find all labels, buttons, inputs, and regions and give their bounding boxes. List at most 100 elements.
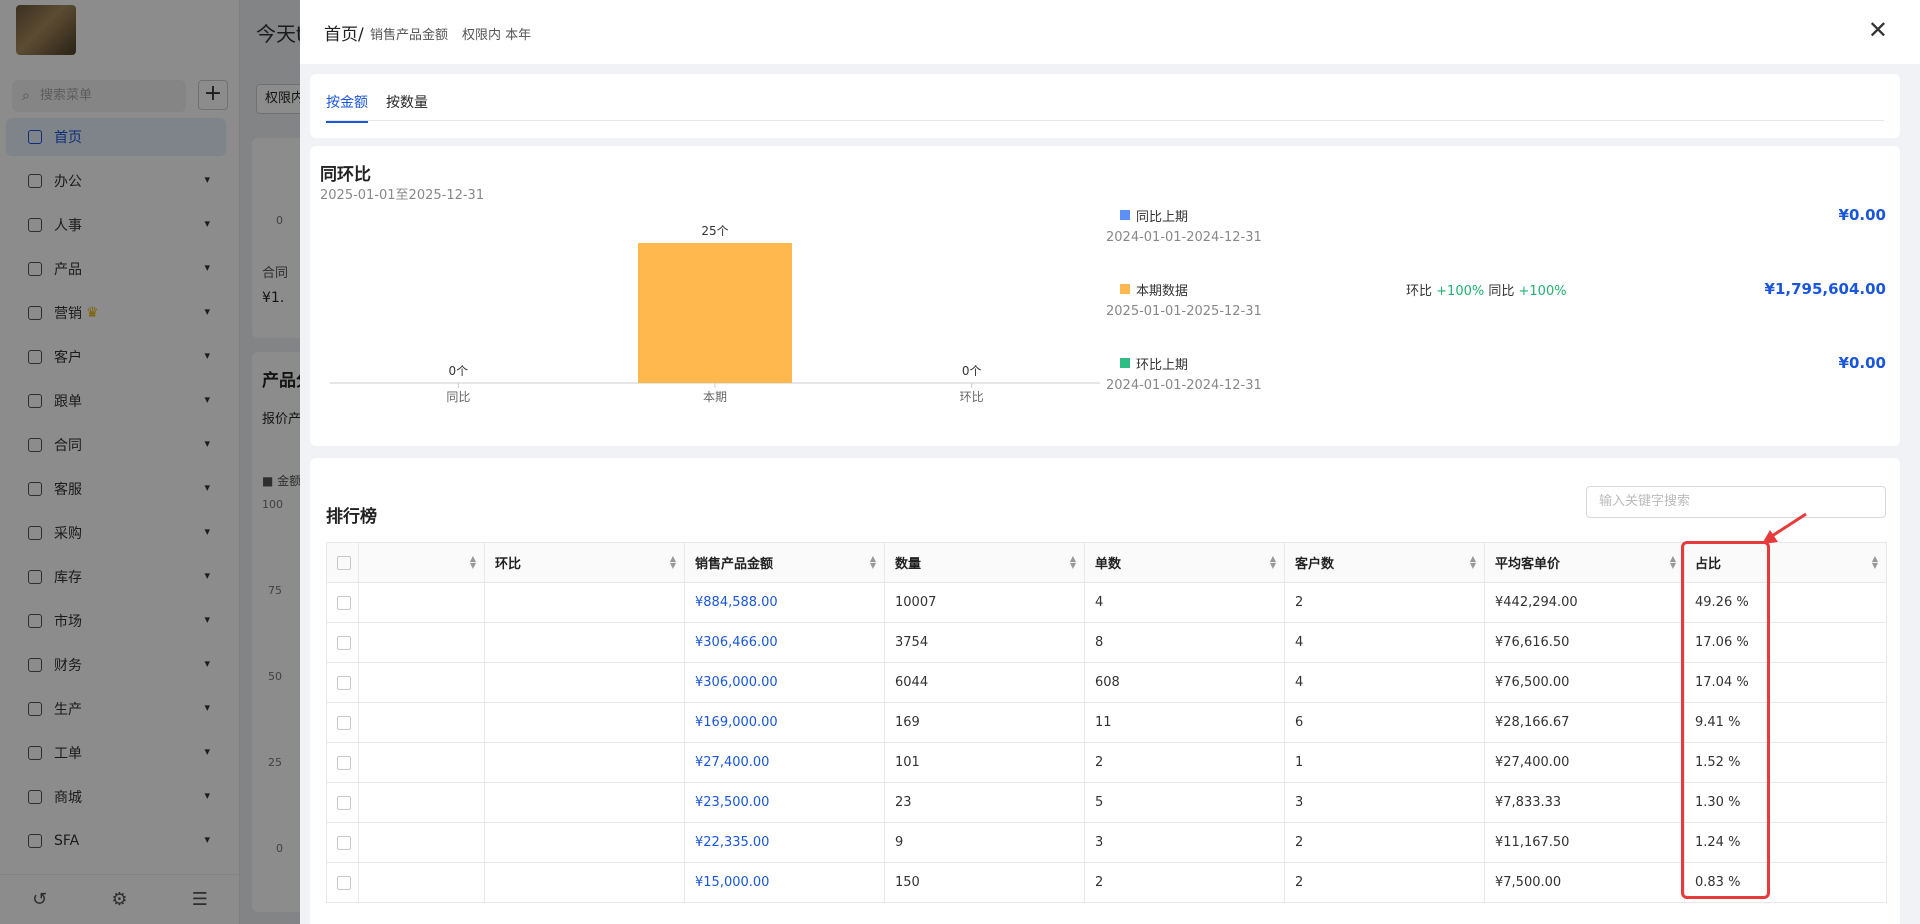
table-cell <box>484 582 685 623</box>
column-header[interactable]: 销售产品金额 ▲ ▼ <box>684 542 885 583</box>
table-cell <box>484 702 685 743</box>
sort-icon[interactable]: ▲ ▼ <box>1470 555 1476 570</box>
table-cell: 2 <box>1284 582 1485 623</box>
table-row[interactable]: ¥306,466.00 3754 8 4 ¥76,616.50 17.06 % <box>326 622 1887 663</box>
chart-data-label: 25个 <box>701 224 728 238</box>
table-cell: 3 <box>1284 782 1485 823</box>
table-cell: ¥7,833.33 <box>1484 782 1685 823</box>
table-cell: ¥76,616.50 <box>1484 622 1685 663</box>
amount-link[interactable]: ¥22,335.00 <box>684 822 885 863</box>
row-checkbox[interactable] <box>337 675 351 690</box>
legend-previous-period: 环比上期 2024-01-01-2024-12-31 ¥0.00 <box>1106 354 1886 414</box>
highlight-box <box>1681 541 1770 899</box>
table-cell: 608 <box>1084 662 1285 703</box>
row-checkbox[interactable] <box>337 595 351 610</box>
chart-category-label: 本期 <box>703 390 727 404</box>
amount-link[interactable]: ¥15,000.00 <box>684 862 885 903</box>
table-row[interactable]: ¥27,400.00 101 2 1 ¥27,400.00 1.52 % <box>326 742 1887 783</box>
tab-by-amount[interactable]: 按金额 <box>326 92 368 123</box>
table-cell: ¥27,400.00 <box>1484 742 1685 783</box>
table-row[interactable]: ¥306,000.00 6044 608 4 ¥76,500.00 17.04 % <box>326 662 1887 703</box>
ranking-search-input[interactable]: 输入关键字搜索 <box>1586 486 1886 518</box>
table-row[interactable]: ¥15,000.00 150 2 2 ¥7,500.00 0.83 % <box>326 862 1887 903</box>
column-header-label: 客户数 <box>1295 557 1335 572</box>
table-cell <box>358 702 485 743</box>
sort-icon[interactable]: ▲ ▼ <box>1670 555 1676 570</box>
table-cell: ¥7,500.00 <box>1484 862 1685 903</box>
column-header[interactable]: 平均客单价 ▲ ▼ <box>1484 542 1685 583</box>
drawer-subtitle-metric: 销售产品金额 <box>370 28 449 43</box>
column-header[interactable]: ▲ ▼ <box>358 542 485 583</box>
table-cell: 1 <box>1284 742 1485 783</box>
legend-swatch <box>1120 358 1130 368</box>
sort-icon[interactable]: ▲ ▼ <box>1270 555 1276 570</box>
legend-name: 环比上期 <box>1136 358 1189 373</box>
ranking-table: ▲ ▼ 环比 ▲ ▼ 销售产品金额 ▲ ▼ 数量 ▲ ▼ 单数 ▲ ▼ 客户数 ▲ ▼ 平均客单价 ▲ ▼ 占比 ▲ ▼ ¥… <box>326 542 1887 903</box>
chart-data-label: 0个 <box>449 364 469 378</box>
legend-name: 同比上期 <box>1136 210 1189 225</box>
legend-value: ¥0.00 <box>1838 206 1886 224</box>
chart-category-label: 同比 <box>446 390 470 404</box>
row-checkbox[interactable] <box>337 755 351 770</box>
sort-icon[interactable]: ▲ ▼ <box>670 555 676 570</box>
ranking-card: 排行榜 输入关键字搜索 ▲ ▼ 环比 ▲ ▼ 销售产品金额 ▲ ▼ 数量 ▲ ▼ 单数 ▲ ▼ 客户数 ▲ ▼ 平… <box>310 458 1900 924</box>
sort-icon[interactable]: ▲ ▼ <box>870 555 876 570</box>
table-header-row: ▲ ▼ 环比 ▲ ▼ 销售产品金额 ▲ ▼ 数量 ▲ ▼ 单数 ▲ ▼ 客户数 ▲ ▼ 平均客单价 ▲ ▼ 占比 ▲ ▼ <box>326 542 1887 583</box>
table-cell <box>484 622 685 663</box>
chart-category-label: 环比 <box>960 390 984 404</box>
legend-current-period: 本期数据 2025-01-01-2025-12-31 环比 +100% 同比 +… <box>1106 280 1886 340</box>
chart-data-label: 0个 <box>962 364 982 378</box>
legend-date: 2024-01-01-2024-12-31 <box>1106 230 1262 245</box>
column-header-label: 单数 <box>1095 557 1122 572</box>
amount-link[interactable]: ¥884,588.00 <box>684 582 885 623</box>
table-cell: 4 <box>1284 662 1485 703</box>
select-all-checkbox[interactable] <box>337 555 351 570</box>
legend-date: 2024-01-01-2024-12-31 <box>1106 378 1262 393</box>
column-header[interactable]: 环比 ▲ ▼ <box>484 542 685 583</box>
amount-link[interactable]: ¥169,000.00 <box>684 702 885 743</box>
yoy-card: 同环比 2025-01-01至2025-12-31 0个 同比 25个 本期 0个 环比 … <box>310 146 1900 446</box>
row-checkbox[interactable] <box>337 875 351 890</box>
row-select-cell <box>326 662 359 703</box>
column-header[interactable]: 客户数 ▲ ▼ <box>1284 542 1485 583</box>
table-cell: ¥76,500.00 <box>1484 662 1685 703</box>
table-cell: 5 <box>1084 782 1285 823</box>
row-select-cell <box>326 822 359 863</box>
row-checkbox[interactable] <box>337 715 351 730</box>
drawer-header: 首页/ 销售产品金额 权限内 本年 ✕ <box>300 0 1920 64</box>
amount-link[interactable]: ¥306,000.00 <box>684 662 885 703</box>
sort-icon[interactable]: ▲ ▼ <box>470 555 476 570</box>
legend-date: 2025-01-01-2025-12-31 <box>1106 304 1262 319</box>
amount-link[interactable]: ¥27,400.00 <box>684 742 885 783</box>
table-cell: ¥442,294.00 <box>1484 582 1685 623</box>
sort-icon[interactable]: ▲ ▼ <box>1070 555 1076 570</box>
table-row[interactable]: ¥22,335.00 9 3 2 ¥11,167.50 1.24 % <box>326 822 1887 863</box>
table-row[interactable]: ¥23,500.00 23 5 3 ¥7,833.33 1.30 % <box>326 782 1887 823</box>
row-checkbox[interactable] <box>337 835 351 850</box>
column-header[interactable]: 数量 ▲ ▼ <box>884 542 1085 583</box>
table-cell: 9 <box>884 822 1085 863</box>
table-row[interactable]: ¥884,588.00 10007 4 2 ¥442,294.00 49.26 % <box>326 582 1887 623</box>
row-checkbox[interactable] <box>337 795 351 810</box>
tabs-card: 按金额 按数量 <box>310 74 1900 138</box>
table-cell: ¥28,166.67 <box>1484 702 1685 743</box>
close-icon[interactable]: ✕ <box>1868 16 1888 44</box>
select-all-cell <box>326 542 359 583</box>
chart-bar[interactable] <box>638 243 792 383</box>
column-header[interactable]: 单数 ▲ ▼ <box>1084 542 1285 583</box>
table-row[interactable]: ¥169,000.00 169 11 6 ¥28,166.67 9.41 % <box>326 702 1887 743</box>
row-select-cell <box>326 622 359 663</box>
row-select-cell <box>326 702 359 743</box>
table-cell <box>484 742 685 783</box>
row-checkbox[interactable] <box>337 635 351 650</box>
tab-by-quantity[interactable]: 按数量 <box>386 92 428 121</box>
table-cell <box>484 782 685 823</box>
tabs-divider <box>326 120 1884 121</box>
sort-icon[interactable]: ▲ ▼ <box>1872 555 1878 570</box>
table-cell <box>358 822 485 863</box>
amount-link[interactable]: ¥23,500.00 <box>684 782 885 823</box>
table-cell <box>358 662 485 703</box>
drawer-title: 首页/ <box>324 25 364 45</box>
column-header-label: 平均客单价 <box>1495 557 1561 572</box>
amount-link[interactable]: ¥306,466.00 <box>684 622 885 663</box>
